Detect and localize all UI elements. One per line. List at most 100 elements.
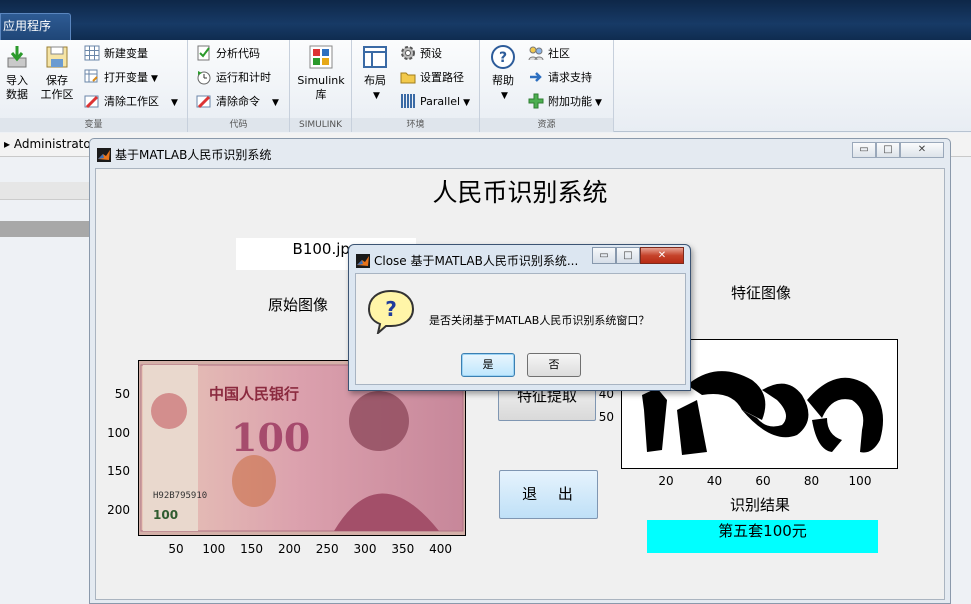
axes1-xtick-label: 250	[315, 542, 339, 556]
axes1-xtick-label: 300	[353, 542, 377, 556]
variable-group: 导入 数据 保存 工作区 新建变量 打开变量 ▼ 清除工作区 ▼ 变量	[0, 40, 188, 132]
feature-image-label: 特征图像	[731, 284, 792, 302]
close-button[interactable]: ✕	[900, 142, 944, 158]
simulink-icon	[309, 45, 333, 69]
yes-button[interactable]: 是	[461, 353, 515, 377]
desktop-title-bar: 应用程序	[0, 0, 971, 40]
dialog-title-bar: Close 基于MATLAB人民币识别系统...	[356, 252, 578, 269]
addons-button[interactable]: 附加功能 ▼	[528, 92, 602, 112]
axes2-xtick-label: 80	[803, 474, 820, 488]
addons-icon	[528, 93, 544, 109]
side-panel-header	[0, 182, 90, 200]
breadcrumb-arrow-icon: ▸	[4, 137, 11, 151]
parallel-button[interactable]: Parallel ▼	[400, 92, 470, 112]
simulink-label-2: 库	[315, 88, 327, 101]
help-button[interactable]: ? 帮助 ▼	[486, 44, 520, 103]
axes1-xtick-label: 200	[277, 542, 301, 556]
analyze-code-label: 分析代码	[216, 47, 260, 60]
resources-group-label: 资源	[480, 118, 613, 132]
run-time-icon	[197, 71, 211, 85]
dialog-maximize-button[interactable]: □	[616, 247, 640, 264]
open-variable-label: 打开变量	[104, 71, 148, 84]
original-image-label: 原始图像	[268, 296, 329, 314]
exit-button[interactable]: 退 出	[499, 470, 598, 519]
clear-command-icon	[196, 95, 211, 109]
axes2-xtick-label: 60	[755, 474, 771, 488]
side-panel-selection	[0, 221, 90, 237]
no-button[interactable]: 否	[527, 353, 581, 377]
preferences-label: 预设	[420, 47, 442, 60]
bank-text: 中国人民银行	[209, 385, 299, 403]
preferences-button[interactable]: 预设	[400, 44, 442, 64]
axes1-xtick-label: 350	[391, 542, 415, 556]
axes1-ytick-label: 200	[107, 502, 130, 517]
chevron-down-icon: ▼	[463, 98, 471, 108]
tab-apps[interactable]: 应用程序	[0, 13, 71, 40]
axes1-xtick-label: 100	[202, 542, 226, 556]
denomination-text: 100	[231, 415, 310, 460]
addons-label: 附加功能	[548, 95, 592, 108]
result-value: 第五套100元	[647, 520, 878, 553]
layout-button[interactable]: 布局 ▼	[358, 44, 392, 103]
request-support-button[interactable]: 请求支持	[528, 68, 592, 88]
figure-window-controls: ▭ □ ✕	[852, 142, 944, 159]
page-title: 人民币识别系统	[432, 178, 608, 207]
save-workspace-button[interactable]: 保存 工作区	[38, 44, 76, 102]
question-icon: ?	[367, 289, 415, 334]
axes1-xtick-label: 150	[240, 542, 264, 556]
run-and-time-button[interactable]: 运行和计时	[196, 68, 271, 88]
analyze-code-button[interactable]: 分析代码	[196, 44, 260, 64]
environment-group: 布局 ▼ 预设 设置路径 Parallel ▼ 环境	[352, 40, 480, 132]
clear-command-label: 清除命令	[216, 95, 260, 108]
result-label: 识别结果	[730, 496, 791, 514]
simulink-group-label: SIMULINK	[290, 118, 351, 132]
minimize-button[interactable]: ▭	[852, 142, 876, 158]
open-variable-icon	[84, 69, 98, 83]
new-variable-label: 新建变量	[104, 47, 148, 60]
community-button[interactable]: 社区	[528, 44, 570, 64]
clear-workspace-label: 清除工作区	[104, 95, 159, 108]
clear-commands-button[interactable]: 清除命令 ▼	[196, 92, 279, 112]
chevron-down-icon: ▼	[595, 98, 602, 108]
layout-label: 布局	[364, 74, 386, 87]
code-group-label: 代码	[188, 118, 289, 132]
dialog-close-button[interactable]: ✕	[640, 247, 684, 264]
set-path-button[interactable]: 设置路径	[400, 68, 464, 88]
axes2-xtick-label: 20	[658, 474, 674, 488]
layout-icon	[363, 46, 387, 68]
save-label-1: 保存	[46, 74, 68, 87]
close-confirm-dialog: Close 基于MATLAB人民币识别系统... ▭ □ ✕ ? 是否关闭基于M…	[348, 244, 691, 391]
save-label-2: 工作区	[40, 88, 74, 101]
help-label: 帮助	[492, 74, 514, 87]
dialog-minimize-button[interactable]: ▭	[592, 247, 616, 264]
chevron-down-icon: ▼	[171, 98, 178, 108]
figure-title-bar: 基于MATLAB人民币识别系统	[97, 146, 271, 163]
breadcrumb[interactable]: Administrato	[14, 137, 91, 151]
request-support-icon	[530, 72, 542, 82]
toolstrip: 导入 数据 保存 工作区 新建变量 打开变量▼ 清除工作区▼ 变量 分析代码	[0, 40, 971, 132]
clear-workspace-button[interactable]: 清除工作区 ▼	[84, 92, 178, 112]
set-path-label: 设置路径	[420, 71, 464, 84]
maximize-button[interactable]: □	[876, 142, 900, 158]
clear-workspace-icon	[84, 95, 99, 109]
svg-text:?: ?	[385, 297, 397, 321]
axes2-xtick-label: 100	[848, 474, 872, 488]
axes1-ytick-label: 50	[114, 387, 130, 401]
new-variable-button[interactable]: 新建变量	[84, 44, 148, 64]
import-icon	[7, 46, 27, 68]
dialog-window-controls: ▭ □ ✕	[592, 247, 684, 264]
axes2-xtick-label: 40	[706, 474, 723, 488]
preferences-icon	[401, 46, 415, 60]
save-icon	[46, 46, 68, 68]
simulink-label-1: Simulink	[297, 74, 345, 87]
environment-group-label: 环境	[352, 118, 479, 132]
dialog-body: ? 是否关闭基于MATLAB人民币识别系统窗口？ 是 否	[355, 273, 686, 385]
matlab-logo-icon	[356, 254, 370, 268]
import-data-button[interactable]: 导入 数据	[2, 44, 32, 102]
axes1-ytick-label: 100	[107, 425, 130, 440]
code-group: 分析代码 运行和计时 清除命令 ▼ 代码	[188, 40, 290, 132]
simulink-library-button[interactable]: Simulink 库	[294, 44, 348, 102]
open-variable-button[interactable]: 打开变量 ▼	[84, 68, 158, 88]
set-path-icon	[400, 72, 416, 84]
dialog-title: Close 基于MATLAB人民币识别系统...	[374, 254, 579, 268]
